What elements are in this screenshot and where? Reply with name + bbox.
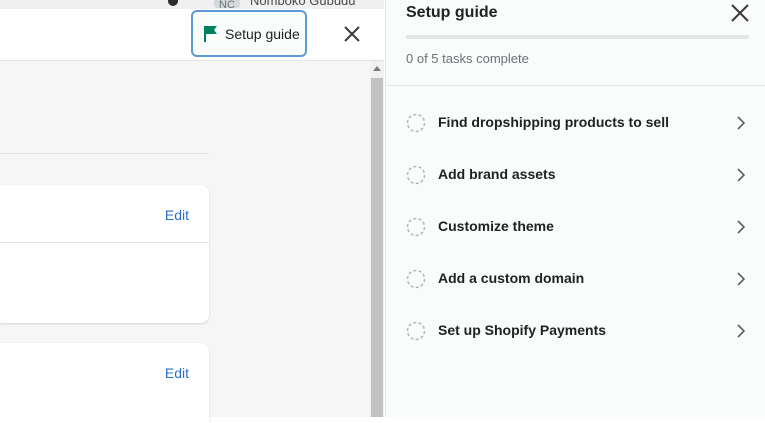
task-label: Customize theme [438,218,554,234]
edit-link[interactable]: Edit [165,207,189,223]
setup-guide-label: Setup guide [225,25,300,42]
task-list: Find dropshipping products to sell Add b… [386,97,765,357]
chevron-right-icon [735,219,747,235]
task-item[interactable]: Set up Shopify Payments [386,305,765,357]
incomplete-circle-icon[interactable] [406,113,426,133]
task-item[interactable]: Add brand assets [386,149,765,201]
task-label: Set up Shopify Payments [438,322,607,338]
scroll-up-arrow-icon[interactable] [373,66,381,71]
incomplete-circle-icon[interactable] [406,321,426,341]
modal-header: Setup guide [0,9,384,61]
progress-bar [406,35,749,39]
chevron-right-icon [735,271,747,287]
scrollbar-thumb[interactable] [371,78,383,417]
incomplete-circle-icon[interactable] [406,165,426,185]
close-icon[interactable] [340,22,364,46]
incomplete-circle-icon[interactable] [406,217,426,237]
page-content: Edit Edit [0,61,370,423]
username[interactable]: Nomboko Gubudu [250,0,356,8]
card-divider [0,242,209,243]
task-item[interactable]: Find dropshipping products to sell [386,97,765,149]
avatar[interactable]: NC [214,0,240,11]
task-label: Find dropshipping products to sell [438,114,669,130]
content-card: Edit [0,185,209,323]
section-divider [0,153,209,154]
task-label: Add brand assets [438,166,556,182]
status-dot [168,0,178,6]
scrollbar[interactable] [370,61,384,417]
task-item[interactable]: Customize theme [386,201,765,253]
chevron-right-icon [735,323,747,339]
panel-title: Setup guide [406,4,498,21]
setup-guide-panel: Setup guide 0 of 5 tasks complete Find d… [385,0,765,417]
progress-text: 0 of 5 tasks complete [406,51,529,66]
task-item[interactable]: Add a custom domain [386,253,765,305]
panel-divider [386,85,765,86]
edit-link[interactable]: Edit [165,365,189,381]
close-icon[interactable] [729,2,751,24]
setup-guide-button[interactable]: Setup guide [191,10,307,57]
content-card: Edit [0,343,209,423]
top-strip: NC Nomboko Gubudu [0,0,384,11]
flag-icon [203,25,219,43]
chevron-right-icon [735,167,747,183]
task-label: Add a custom domain [438,270,585,286]
chevron-right-icon [735,115,747,131]
incomplete-circle-icon[interactable] [406,269,426,289]
